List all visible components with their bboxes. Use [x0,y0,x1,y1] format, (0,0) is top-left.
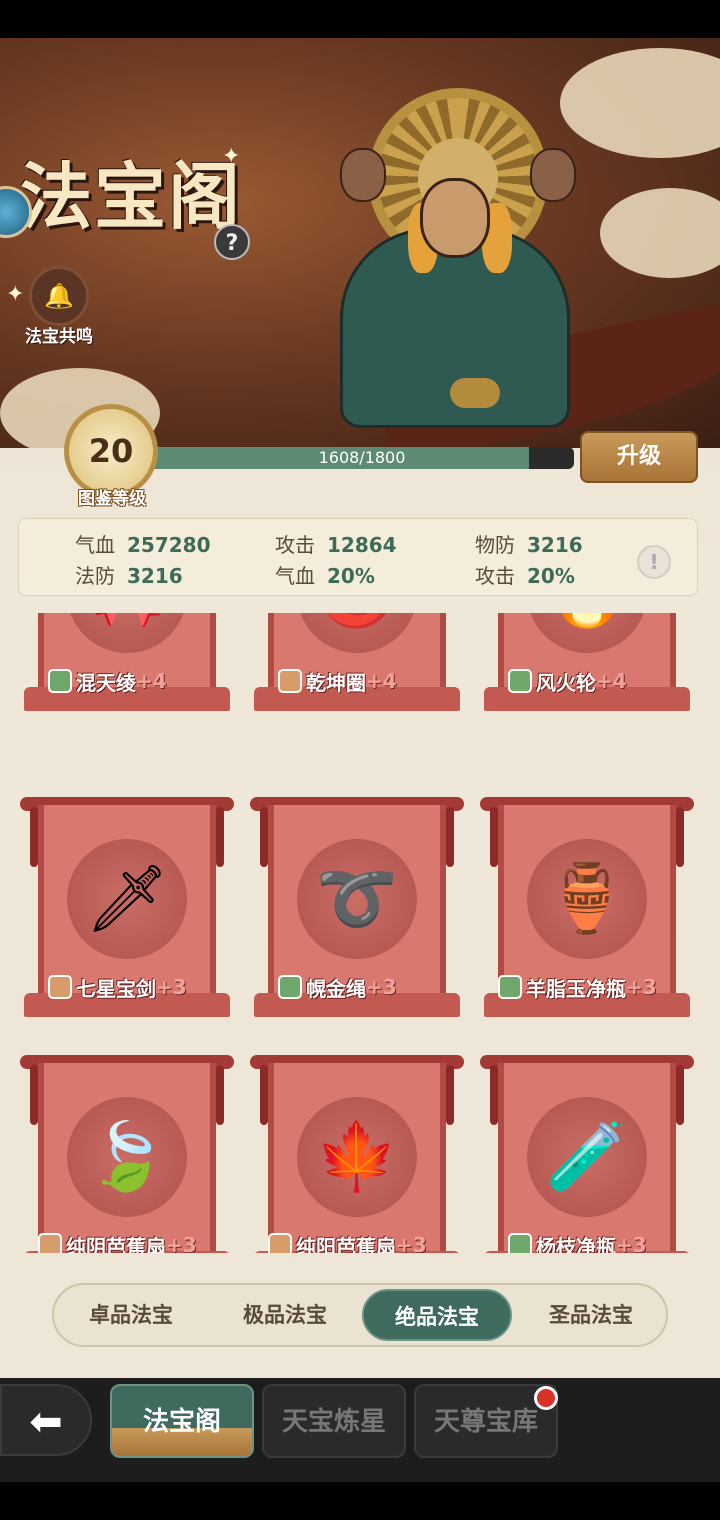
green-fan-icon: 🍃 [85,1118,169,1195]
stat-hp-percent: 气血 20% [275,564,375,588]
exp-progress-text: 1608/1800 [318,448,406,467]
treasure-card[interactable]: 🍃 纯阴芭蕉扇 +3 [20,1055,234,1253]
info-icon[interactable]: ! [637,545,671,579]
tab-jipin[interactable]: 极品法宝 [210,1289,360,1341]
sword-tag-icon [48,975,72,999]
help-button[interactable]: ? [214,224,250,260]
treasure-card[interactable]: 🗡 七星宝剑 +3 [20,797,234,1023]
rope-icon: ➰ [315,860,399,937]
red-fan-icon: 🍁 [315,1118,399,1195]
treasure-card[interactable]: 🎀 混天绫+4 [24,613,230,717]
tab-zhuopin[interactable]: 卓品法宝 [56,1289,206,1341]
stat-attack-percent: 攻击 20% [475,564,575,588]
stat-attack: 攻击 12864 [275,533,397,557]
tab-shengpin[interactable]: 圣品法宝 [516,1289,666,1341]
page-title: 法宝阁 [20,154,243,239]
cloud-decoration [560,48,720,158]
treasure-card[interactable]: 🏺 羊脂玉净瓶 +3 [480,797,694,1023]
leaf-tag-icon [278,975,302,999]
system-nav-bar [0,1482,720,1520]
sparkle-icon: ✦ [6,282,25,307]
sword-tag-icon [38,1233,62,1253]
cloud-decoration [600,188,720,278]
sword-tag-icon [268,1233,292,1253]
stats-panel: 气血 257280 攻击 12864 物防 3216 法防 3216 气血 20% 攻击 2… [18,518,698,596]
sparkle-icon: ✦ [222,144,241,169]
leaf-tag-icon [48,669,72,693]
notification-badge [534,1386,558,1410]
sash-icon: 🎀 [67,613,187,653]
resonance-label: 法宝共鸣 [25,327,93,347]
stat-phys-def: 物防 3216 [475,533,583,557]
sword-icon: 🗡 [85,860,169,937]
leaf-tag-icon [508,669,532,693]
monk-face [420,178,490,258]
status-bar [0,0,720,38]
tab-juepin[interactable]: 绝品法宝 [362,1289,512,1341]
bottle-icon: 🧪 [545,1118,629,1195]
nav-star-refining[interactable]: 天宝炼星 [262,1384,406,1458]
skull-icon [340,148,386,202]
back-arrow-icon[interactable]: ⬅ [0,1384,92,1456]
level-label: 图鉴等级 [78,489,146,509]
treasure-card[interactable]: 🍁 纯阳芭蕉扇 +3 [250,1055,464,1253]
quality-tabs: 卓品法宝 极品法宝 绝品法宝 圣品法宝 [52,1283,668,1347]
nav-treasure-pavilion[interactable]: 法宝阁 [110,1384,254,1458]
vase-icon: 🏺 [545,860,629,937]
prayer-beads [450,378,500,408]
treasure-grid: 🎀 混天绫+4 ⭕ 乾坤圈+4 🔥 风火轮+4 🗡 七星宝剑+3 ➰ 幌金绳+3 [0,613,720,1253]
bell-icon: 🔔 [29,266,89,326]
upgrade-button[interactable]: 升级 [580,431,698,483]
wheel-icon: 🔥 [527,613,647,653]
treasure-card[interactable]: ⭕ 乾坤圈+4 [254,613,460,717]
leaf-tag-icon [498,975,522,999]
stat-hp: 气血 257280 [75,533,211,557]
exp-progress-bar: 1608/1800 [150,447,574,469]
treasure-pavilion-screen: 法宝阁 ✦ ✦ ? 🔔 法宝共鸣 20 图鉴等级 1608/1800 升级 气血… [0,38,720,1378]
bottom-nav: ⬅ 法宝阁 天宝炼星 天尊宝库 [0,1378,720,1482]
ring-icon: ⭕ [297,613,417,653]
level-value: 20 [88,432,134,470]
header-banner: 法宝阁 ✦ ✦ ? 🔔 法宝共鸣 [0,38,720,448]
treasure-card[interactable]: 🧪 杨枝净瓶 +3 [480,1055,694,1253]
resonance-button[interactable]: 🔔 法宝共鸣 [24,266,94,347]
sword-tag-icon [278,669,302,693]
leaf-tag-icon [508,1233,532,1253]
treasure-card[interactable]: ➰ 幌金绳 +3 [250,797,464,1023]
stat-mag-def: 法防 3216 [75,564,183,588]
treasure-card[interactable]: 🔥 风火轮+4 [484,613,690,717]
skull-icon [530,148,576,202]
